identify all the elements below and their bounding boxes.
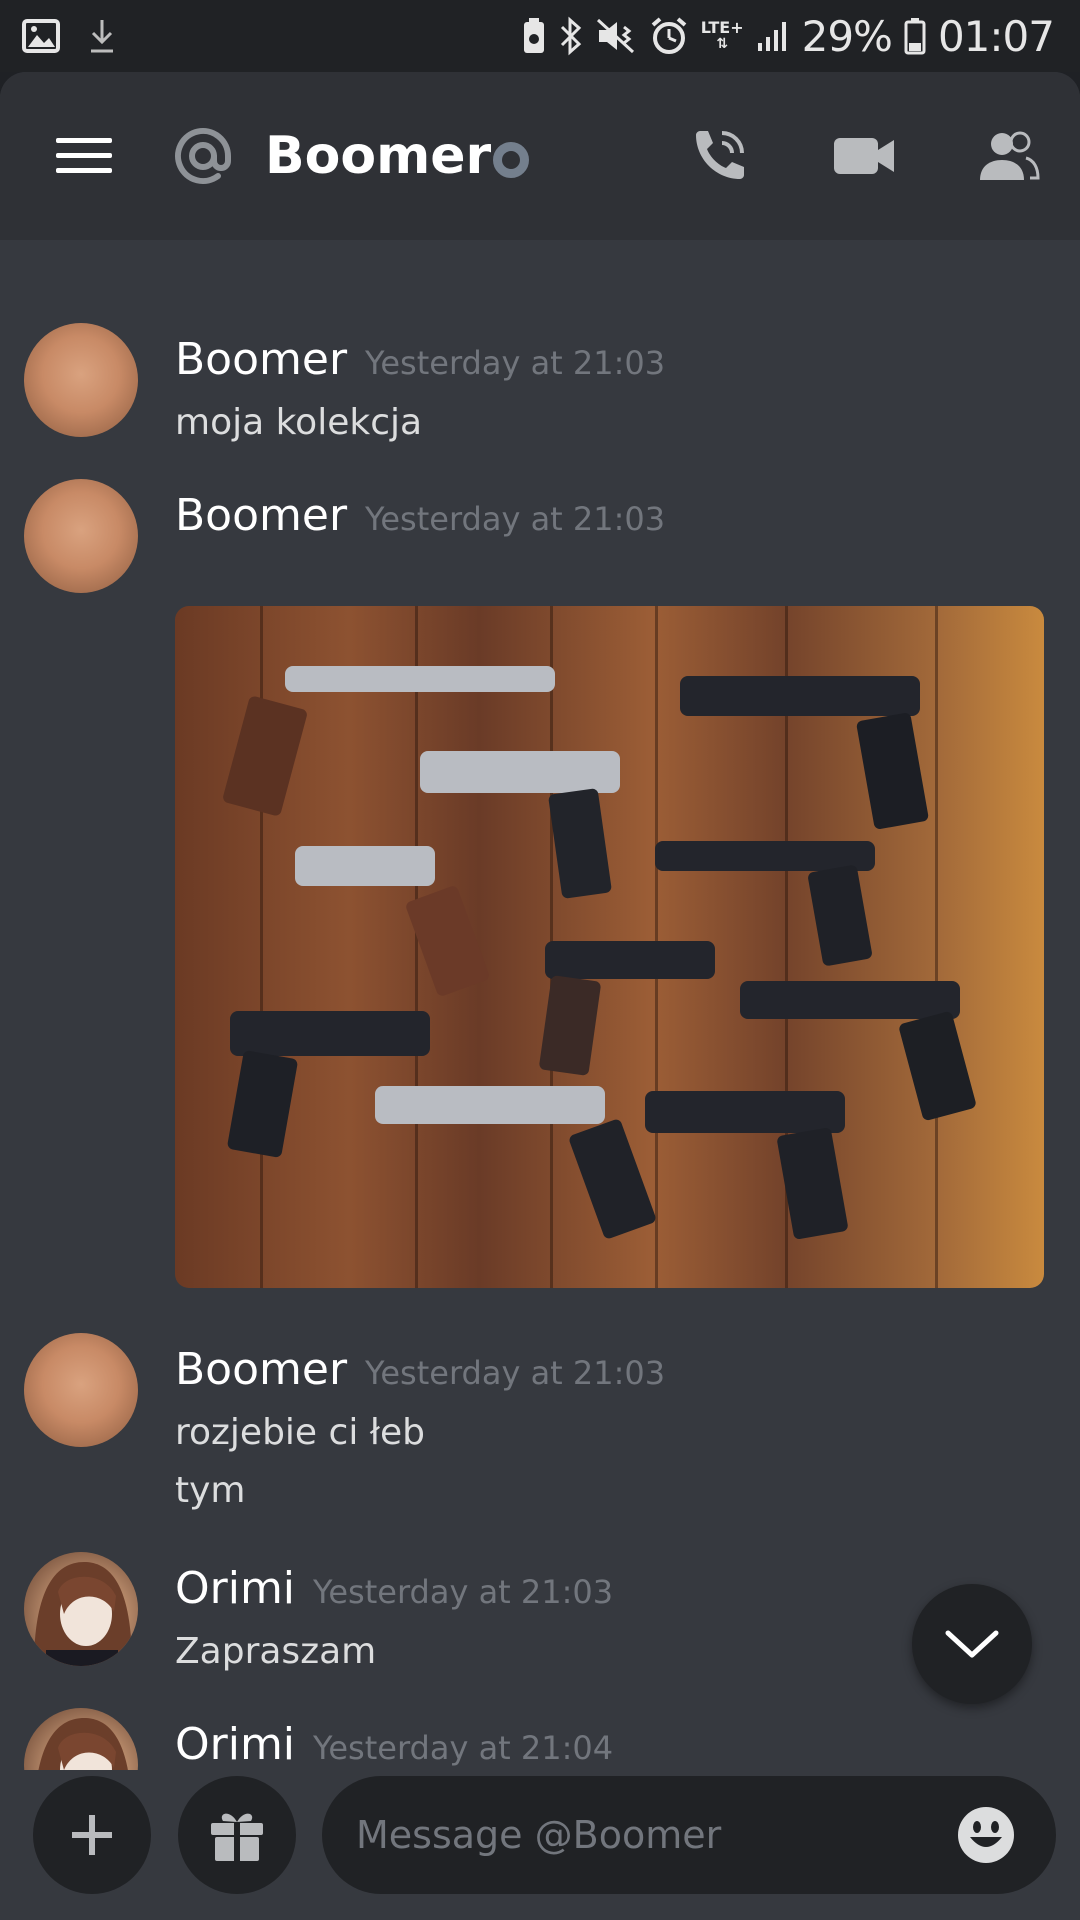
- message-input-wrapper[interactable]: [322, 1776, 1056, 1894]
- jump-to-latest-button[interactable]: [912, 1584, 1032, 1704]
- author-name[interactable]: Boomer: [175, 490, 347, 541]
- lte-indicator: LTE+ ⇅: [700, 18, 744, 53]
- clock: 01:07: [937, 11, 1055, 61]
- status-bar: LTE+ ⇅ 29% 01:07: [0, 0, 1080, 72]
- message-text: Zapraszam: [175, 1631, 377, 1672]
- message-header: Boomer Yesterday at 21:03: [175, 490, 665, 541]
- message-header: Boomer Yesterday at 21:03: [175, 334, 665, 385]
- chat-header: Boomer: [0, 72, 1080, 240]
- gift-button[interactable]: [178, 1776, 296, 1894]
- author-name[interactable]: Boomer: [175, 334, 347, 385]
- at-icon: [175, 128, 231, 184]
- battery-percent: 29%: [801, 11, 893, 61]
- hamburger-icon[interactable]: [56, 136, 112, 176]
- bluetooth-icon: [560, 16, 581, 56]
- emoji-icon[interactable]: [956, 1805, 1016, 1865]
- alarm-icon: [651, 17, 687, 54]
- author-name[interactable]: Orimi: [175, 1719, 295, 1770]
- avatar[interactable]: [24, 1333, 138, 1447]
- message-timestamp: Yesterday at 21:03: [313, 1573, 614, 1611]
- mute-vibrate-icon: [596, 18, 634, 54]
- plus-icon: [72, 1815, 112, 1855]
- message-text: moja kolekcja: [175, 402, 423, 443]
- avatar[interactable]: [24, 479, 138, 593]
- avatar[interactable]: [24, 1552, 138, 1666]
- message-text: tym: [175, 1470, 246, 1511]
- gallery-notification-icon: [22, 19, 60, 53]
- message-header: Orimi Yesterday at 21:03: [175, 1563, 613, 1614]
- add-attachment-button[interactable]: [33, 1776, 151, 1894]
- video-camera-icon[interactable]: [832, 134, 896, 178]
- battery-saver-icon: [523, 18, 544, 53]
- author-name[interactable]: Boomer: [175, 1344, 347, 1395]
- image-attachment[interactable]: [175, 606, 1044, 1288]
- chevron-down-icon: [945, 1630, 999, 1658]
- message-input[interactable]: [356, 1813, 916, 1857]
- chat-app: Boomer Boomer Yesterday at 21:03 moja kol…: [0, 72, 1080, 1920]
- message-header: Boomer Yesterday at 21:03: [175, 1344, 665, 1395]
- channel-title: Boomer: [265, 126, 492, 186]
- signal-icon: [757, 22, 786, 51]
- network-type: LTE+: [700, 18, 744, 37]
- message-header: Orimi Yesterday at 21:04: [175, 1719, 613, 1770]
- phone-call-icon[interactable]: [688, 125, 750, 187]
- message-composer: [0, 1770, 1080, 1920]
- message-list[interactable]: Boomer Yesterday at 21:03 moja kolekcja B…: [0, 240, 1080, 1822]
- message-timestamp: Yesterday at 21:03: [365, 1354, 666, 1392]
- members-icon[interactable]: [976, 130, 1040, 182]
- message-timestamp: Yesterday at 21:04: [313, 1729, 614, 1767]
- message-timestamp: Yesterday at 21:03: [365, 500, 666, 538]
- gift-icon: [211, 1813, 263, 1861]
- message-timestamp: Yesterday at 21:03: [365, 344, 666, 382]
- avatar-image: [34, 1562, 132, 1666]
- idle-status-icon: [493, 142, 529, 178]
- battery-icon: [904, 18, 926, 55]
- message-text: rozjebie ci łeb: [175, 1412, 425, 1453]
- author-name[interactable]: Orimi: [175, 1563, 295, 1614]
- download-notification-icon: [91, 20, 113, 53]
- avatar[interactable]: [24, 323, 138, 437]
